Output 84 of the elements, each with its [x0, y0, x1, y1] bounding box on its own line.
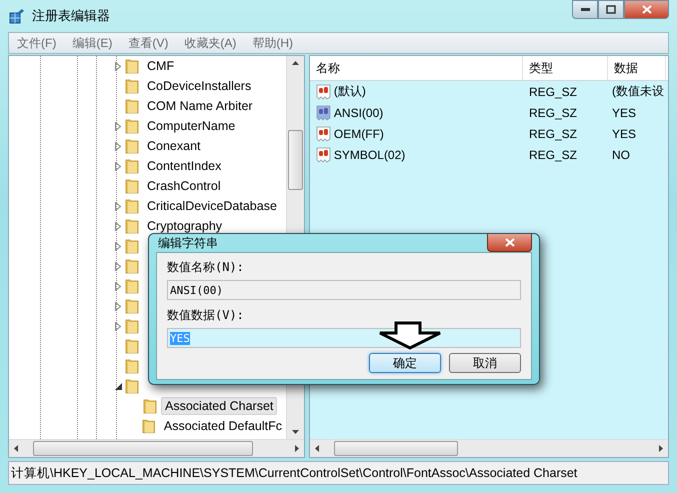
tree-item[interactable]: CriticalDeviceDatabase — [143, 197, 281, 215]
tree-item[interactable]: ComputerName — [143, 117, 240, 135]
folder-icon — [125, 138, 139, 154]
name-field[interactable]: ANSI(00) — [167, 280, 521, 300]
menu-item[interactable]: 文件(F) — [9, 34, 64, 52]
menu-item[interactable]: 查看(V) — [120, 34, 176, 52]
maximize-button[interactable] — [598, 0, 624, 19]
expand-arrow-icon[interactable] — [115, 142, 121, 150]
folder-icon — [125, 358, 139, 374]
folder-icon — [125, 378, 139, 394]
folder-icon — [125, 98, 139, 114]
scroll-thumb[interactable] — [334, 441, 458, 456]
horizontal-scrollbar[interactable] — [310, 439, 668, 457]
folder-icon — [125, 118, 139, 134]
expand-arrow-icon[interactable] — [115, 62, 121, 70]
dialog-button[interactable]: 确定 — [369, 353, 441, 373]
horizontal-scrollbar[interactable] — [9, 439, 304, 457]
expand-arrow-icon[interactable] — [115, 122, 121, 130]
folder-icon — [125, 278, 139, 294]
window-title: 注册表编辑器 — [32, 7, 110, 25]
menu-item[interactable]: 帮助(H) — [244, 34, 301, 52]
folder-icon — [142, 418, 156, 434]
column-header[interactable]: 名称 — [310, 56, 523, 80]
folder-icon — [125, 298, 139, 314]
expand-arrow-icon[interactable] — [115, 302, 121, 310]
folder-icon — [125, 178, 139, 194]
table-cell[interactable]: OEM(FF) — [334, 126, 523, 140]
expand-arrow-icon[interactable] — [115, 162, 121, 170]
column-header[interactable]: 类型 — [523, 56, 608, 80]
folder-icon — [125, 238, 139, 254]
tree-item[interactable]: CoDeviceInstallers — [143, 77, 256, 95]
tree-item[interactable]: CMF — [143, 57, 178, 75]
folder-icon — [125, 318, 139, 334]
minimize-icon — [580, 8, 590, 11]
expand-arrow-icon[interactable] — [115, 322, 121, 330]
field-label: 数值名称(N): — [167, 259, 245, 276]
folder-icon — [125, 218, 139, 234]
collapse-arrow-icon[interactable] — [114, 382, 122, 390]
folder-icon — [125, 58, 139, 74]
close-button[interactable] — [487, 234, 532, 252]
folder-icon — [125, 158, 139, 174]
close-icon — [642, 5, 652, 14]
table-cell-text: (数值未设 — [611, 83, 665, 100]
folder-icon — [125, 198, 139, 214]
close-button[interactable] — [624, 0, 669, 19]
menu-item[interactable]: 编辑(E) — [64, 34, 120, 52]
scroll-thumb[interactable] — [288, 130, 303, 190]
dialog-title: 编辑字符串 — [157, 234, 218, 252]
expand-arrow-icon[interactable] — [115, 222, 121, 230]
folder-icon — [125, 258, 139, 274]
status-path: 计算机\HKEY_LOCAL_MACHINE\SYSTEM\CurrentControlSet\Control\FontAssoc\Associated Charset — [11, 464, 578, 482]
table-cell[interactable]: ANSI(00) — [334, 106, 523, 120]
tree-item[interactable]: CrashControl — [143, 177, 225, 195]
close-icon — [504, 238, 514, 247]
field-label: 数值数据(V): — [167, 307, 245, 324]
table-cell-text: REG_SZ — [528, 148, 578, 162]
tree-item[interactable]: COM Name Arbiter — [143, 97, 257, 115]
folder-icon — [125, 78, 139, 94]
tree-item[interactable]: Associated Charset — [161, 397, 278, 415]
maximize-icon — [606, 5, 616, 14]
expand-arrow-icon[interactable] — [115, 262, 121, 270]
menu-item[interactable]: 收藏夹(A) — [176, 34, 244, 52]
expand-arrow-icon[interactable] — [115, 282, 121, 290]
table-cell-text: REG_SZ — [528, 126, 578, 140]
tree-item[interactable]: Cryptography — [143, 217, 226, 235]
table-cell-text: NO — [611, 148, 631, 162]
scroll-thumb[interactable] — [33, 441, 253, 456]
dialog-button[interactable]: 取消 — [449, 353, 521, 373]
minimize-button[interactable] — [572, 0, 598, 19]
table-cell-text: YES — [611, 126, 638, 140]
table-cell-text: REG_SZ — [528, 84, 578, 98]
registry-editor-icon — [8, 7, 26, 25]
tree-item[interactable]: Associated DefaultFc — [160, 417, 286, 435]
expand-arrow-icon[interactable] — [115, 242, 121, 250]
folder-icon — [125, 338, 139, 354]
table-cell[interactable]: SYMBOL(02) — [334, 148, 523, 162]
table-cell-text: REG_SZ — [528, 106, 578, 120]
table-cell[interactable]: (默认) — [334, 83, 523, 100]
folder-icon — [143, 398, 157, 414]
tree-item[interactable]: ContentIndex — [143, 157, 226, 175]
expand-arrow-icon[interactable] — [115, 202, 121, 210]
column-header[interactable]: 数据 — [608, 56, 666, 80]
table-cell-text: YES — [611, 106, 638, 120]
tree-item[interactable]: Conexant — [143, 137, 205, 155]
